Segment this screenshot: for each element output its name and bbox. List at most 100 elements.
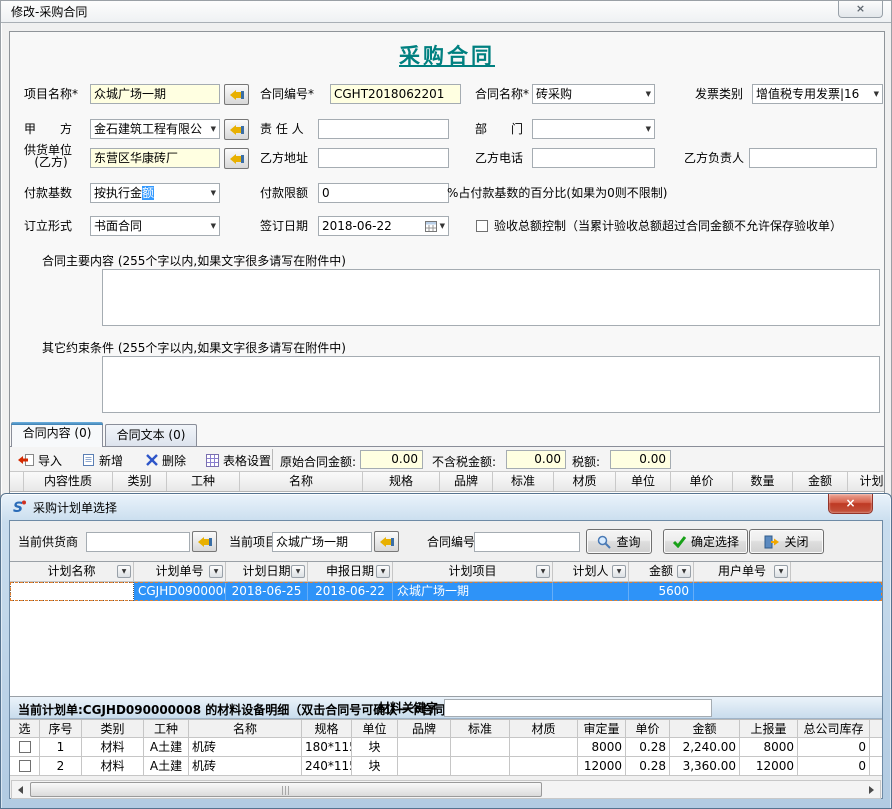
contract-no-label: 合同编号* (260, 84, 314, 104)
filter-dropdown-button[interactable]: ▼ (612, 565, 626, 578)
plan-cell-project[interactable]: 众城广场一期 (393, 582, 553, 601)
pay-limit-field[interactable]: 0 (318, 183, 449, 203)
scroll-right-button[interactable] (863, 781, 880, 798)
confirm-select-button[interactable]: 确定选择 (663, 529, 748, 554)
plan-grid: 计划名称▼ 计划单号▼ 计划日期▼ 申报日期▼ 计划项目▼ 计划人▼ 金额▼ 用… (10, 561, 882, 697)
plan-cell-amount[interactable]: 5600 (629, 582, 694, 601)
col-header[interactable]: 金额 (793, 472, 848, 491)
col-header[interactable]: 计划项目▼ (393, 562, 553, 581)
chevron-down-icon: ▼ (211, 184, 216, 202)
other-terms-textarea[interactable] (102, 356, 880, 413)
responsible-field[interactable] (318, 119, 449, 139)
project-picker-button[interactable] (224, 84, 249, 105)
plan-cell-user-no[interactable] (694, 582, 791, 601)
material-row[interactable]: 1 材料 A土建 机砖 180*115* 块 8000 0.28 2,240.0… (10, 738, 882, 757)
supplier-picker-button[interactable] (224, 148, 249, 169)
hand-pointer-icon (379, 536, 395, 548)
tab-contract-content[interactable]: 合同内容 (0) (11, 422, 103, 447)
add-button[interactable]: 新增 (82, 450, 123, 470)
contract-no-field[interactable]: CGHT2018062201 (330, 84, 461, 104)
col-header[interactable]: 金额▼ (629, 562, 694, 581)
col-header[interactable]: 计划单 (848, 472, 884, 491)
delete-button[interactable]: 删除 (146, 450, 186, 470)
window-close-button[interactable]: × (838, 1, 883, 18)
current-supplier-field[interactable] (86, 532, 190, 552)
plan-row-selected[interactable]: CGJHD090000008 2018-06-25 2018-06-22 众城广… (10, 582, 882, 601)
party-a-select[interactable]: 金石建筑工程有限公▼ (90, 119, 220, 139)
supplier-picker-button[interactable] (192, 531, 217, 552)
tab-contract-text[interactable]: 合同文本 (0) (105, 424, 197, 446)
filter-dropdown-button[interactable]: ▼ (677, 565, 691, 578)
plan-cell-report-date[interactable]: 2018-06-22 (308, 582, 393, 601)
invoice-type-select[interactable]: 增值税专用发票|16▼ (752, 84, 883, 104)
plan-cell-name[interactable] (10, 582, 134, 601)
col-header[interactable]: 申报日期▼ (308, 562, 393, 581)
orig-amount-field[interactable]: 0.00 (360, 450, 423, 469)
chevron-down-icon: ▼ (646, 120, 651, 138)
plan-cell-planner[interactable] (553, 582, 629, 601)
contract-name-select[interactable]: 砖采购▼ (532, 84, 655, 104)
department-select[interactable]: ▼ (532, 119, 655, 139)
filter-dropdown-button[interactable]: ▼ (376, 565, 390, 578)
col-header[interactable]: 规格 (363, 472, 440, 491)
import-button[interactable]: 导入 (18, 450, 62, 470)
dialog-close-button[interactable]: × (828, 494, 873, 514)
horizontal-scrollbar[interactable] (11, 780, 881, 799)
filter-dropdown-button[interactable]: ▼ (209, 565, 223, 578)
col-header[interactable]: 用户单号▼ (694, 562, 791, 581)
material-row[interactable]: 2 材料 A土建 机砖 240*115* 块 12000 0.28 3,360.… (10, 757, 882, 776)
contract-no-field[interactable] (474, 532, 580, 552)
delete-x-icon (146, 454, 158, 466)
party-a-label: 甲 方 (24, 119, 72, 139)
project-name-field[interactable]: 众城广场一期 (90, 84, 220, 104)
row-checkbox[interactable] (19, 760, 31, 772)
col-header[interactable]: 计划名称▼ (10, 562, 134, 581)
col-header[interactable]: 计划人▼ (553, 562, 629, 581)
pay-limit-label: 付款限额 (260, 183, 308, 203)
close-dialog-button[interactable]: 关闭 (749, 529, 824, 554)
col-header[interactable]: 类别 (113, 472, 167, 491)
notax-amount-field[interactable]: 0.00 (506, 450, 566, 469)
col-header[interactable]: 材质 (554, 472, 616, 491)
col-header[interactable]: 单价 (671, 472, 733, 491)
scrollbar-thumb[interactable] (30, 782, 542, 797)
col-header[interactable]: 名称 (240, 472, 363, 491)
main-content-label: 合同主要内容 (255个字以内,如果文字很多请写在附件中) (42, 251, 346, 271)
party-b-address-field[interactable] (318, 148, 449, 168)
plan-cell-number[interactable]: CGJHD090000008 (134, 582, 226, 601)
material-keyword-field[interactable] (444, 699, 712, 717)
close-icon: × (845, 496, 855, 510)
col-header[interactable]: 品牌 (440, 472, 493, 491)
plan-cell-date[interactable]: 2018-06-25 (226, 582, 308, 601)
col-header[interactable]: 工种 (167, 472, 240, 491)
col-header[interactable]: 计划单号▼ (134, 562, 226, 581)
main-content-textarea[interactable] (102, 269, 880, 326)
filter-dropdown-button[interactable]: ▼ (117, 565, 131, 578)
scroll-left-button[interactable] (12, 781, 29, 798)
row-checkbox[interactable] (19, 741, 31, 753)
pay-base-select[interactable]: 按执行金额 ▼ (90, 183, 220, 203)
col-header[interactable]: 标准 (493, 472, 554, 491)
filter-dropdown-button[interactable]: ▼ (536, 565, 550, 578)
col-header[interactable]: 计划日期▼ (226, 562, 308, 581)
accept-total-checkbox[interactable] (476, 220, 488, 232)
party-b-phone-field[interactable] (532, 148, 655, 168)
chevron-down-icon: ▼ (440, 217, 445, 235)
tax-amount-field[interactable]: 0.00 (610, 450, 671, 469)
chevron-down-icon: ▼ (874, 85, 879, 103)
filter-dropdown-button[interactable]: ▼ (291, 565, 305, 578)
current-project-field[interactable]: 众城广场一期 (272, 532, 372, 552)
col-header[interactable]: 内容性质 (24, 472, 113, 491)
sign-date-picker[interactable]: 2018-06-22 ▼ (318, 216, 449, 236)
supplier-field[interactable]: 东营区华康砖厂 (90, 148, 220, 168)
party-b-phone-label: 乙方电话 (475, 148, 523, 168)
party-a-picker-button[interactable] (224, 119, 249, 140)
col-header[interactable]: 数量 (733, 472, 793, 491)
grid-settings-button[interactable]: 表格设置 (206, 450, 271, 470)
party-b-head-field[interactable] (749, 148, 877, 168)
query-button[interactable]: 查询 (586, 529, 652, 554)
col-header[interactable]: 单位 (616, 472, 671, 491)
filter-dropdown-button[interactable]: ▼ (774, 565, 788, 578)
project-picker-button[interactable] (374, 531, 399, 552)
form-type-select[interactable]: 书面合同▼ (90, 216, 220, 236)
